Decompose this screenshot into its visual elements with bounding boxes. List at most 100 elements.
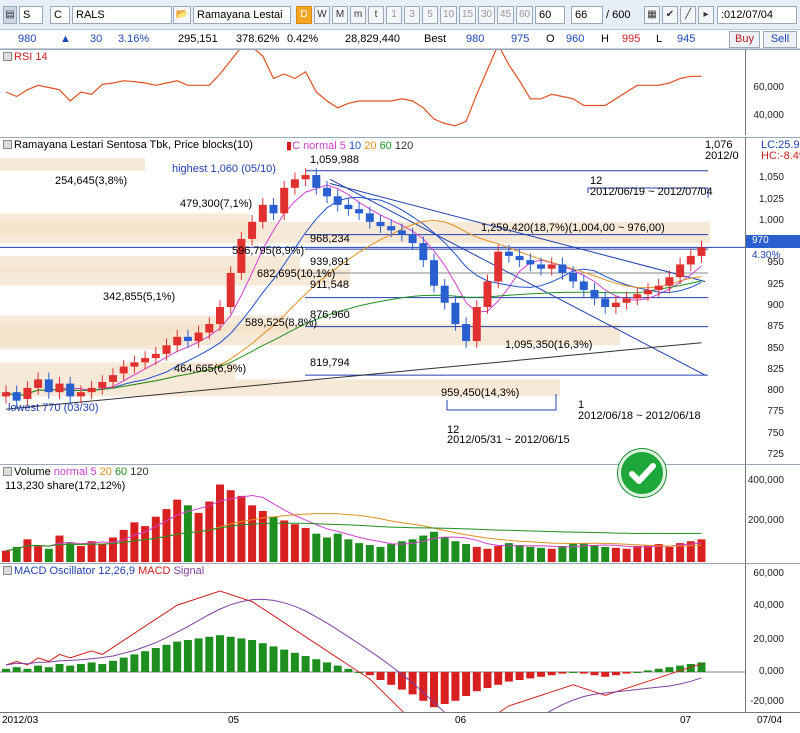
volume-ma120: 120: [130, 466, 149, 478]
settings-icon[interactable]: ▤: [3, 6, 17, 24]
arrow-icon[interactable]: ▸: [698, 6, 714, 24]
stock-code-input[interactable]: RALS: [72, 6, 172, 24]
candle-body: [376, 221, 385, 227]
toolbar: ▤ S C RALS 📂 Ramayana Lestai D W Mm t 1 3 5 10 1…: [0, 0, 800, 30]
volume-bar: [290, 524, 299, 562]
legend-ma10: 10: [348, 140, 362, 152]
macd-bar: [183, 640, 192, 672]
candle-body: [173, 336, 182, 346]
volume-bar: [344, 539, 353, 562]
macd-plot: [0, 590, 745, 712]
period-tab-10[interactable]: 10: [440, 6, 457, 24]
candle-body: [451, 302, 460, 325]
macd-bar: [237, 638, 246, 672]
block-label: 959,450(14,3%): [441, 387, 520, 399]
date-input[interactable]: :012/07/04: [717, 6, 797, 24]
candle-body: [119, 366, 128, 374]
macd-bar: [590, 672, 599, 676]
top-right-date: 2012/0: [705, 150, 739, 162]
candle-body: [226, 272, 235, 307]
candle-body: [333, 196, 342, 205]
period-tab-W[interactable]: W: [314, 6, 330, 24]
candle-body: [644, 289, 652, 295]
period-tab-15[interactable]: 15: [459, 6, 476, 24]
volume-axis-label: 200,000: [747, 515, 784, 526]
candle-body: [526, 260, 535, 265]
period-tab-t[interactable]: t: [368, 6, 384, 24]
macd-bar: [55, 664, 64, 672]
price-axis-label: 925: [767, 278, 784, 290]
macd-bar: [205, 636, 214, 672]
volume-ma20: 20: [99, 466, 112, 478]
volume-bar: [376, 546, 385, 562]
candle-body: [569, 272, 578, 282]
candle-body: [697, 247, 706, 256]
line-icon[interactable]: ╱: [680, 6, 696, 24]
best-ask: 975: [511, 33, 530, 45]
macd-bar: [216, 635, 224, 672]
c-selector[interactable]: C: [50, 6, 70, 24]
macd-bar: [226, 636, 235, 672]
price-axis-label: 875: [767, 321, 784, 333]
period-tab-45[interactable]: 45: [497, 6, 514, 24]
volume-bar: [216, 484, 224, 562]
highest-label: highest 1,060 (05/10): [172, 163, 276, 175]
period-tab-5[interactable]: 5: [422, 6, 438, 24]
date-label: 2012/03: [2, 715, 39, 726]
candle-body: [269, 204, 278, 214]
hc-label: HC:-8.49: [761, 150, 800, 162]
s-selector[interactable]: S: [19, 6, 43, 24]
volume-axis-label: 400,000: [747, 475, 784, 486]
period-tab-D[interactable]: D: [296, 6, 312, 24]
macd-bar: [333, 665, 342, 672]
macd-title: MACD Oscillator 12,26,9 MACD Signal: [3, 565, 204, 577]
volume-value: 295,151: [178, 33, 218, 45]
period-tab-m[interactable]: m: [350, 6, 366, 24]
macd-bar: [23, 668, 32, 672]
macd-bar: [76, 664, 85, 672]
macd-bar: [547, 672, 556, 676]
period-tab-3[interactable]: 3: [404, 6, 420, 24]
block-label: 589,525(8,8%): [245, 317, 318, 329]
quote-bar: 980 ▲ 30 3.16% 295,151 378.62% 0.42% 28,…: [0, 30, 800, 49]
price-axis-label: 825: [767, 363, 784, 375]
chart-icon[interactable]: ▦: [644, 6, 660, 24]
stock-name-field[interactable]: Ramayana Lestai: [193, 6, 291, 24]
volume-bar: [537, 547, 545, 562]
volume-bar: [248, 505, 257, 562]
range-dates: 2012/05/31 ~ 2012/06/15: [447, 434, 570, 446]
macd-bar: [451, 672, 460, 701]
period-value-select[interactable]: 60: [535, 6, 565, 24]
period-tab-1[interactable]: 1: [386, 6, 402, 24]
volume-bar: [419, 535, 428, 562]
macd-bar: [504, 672, 513, 682]
period-tab-30[interactable]: 30: [478, 6, 495, 24]
price-axis-label: 725: [767, 449, 784, 460]
volume-bar: [462, 544, 471, 562]
volume-label: Volume: [14, 466, 51, 478]
panel-icon: [3, 566, 12, 575]
macd-bar: [248, 640, 257, 672]
macd-bar: [601, 672, 610, 677]
traded-value: 28,829,440: [345, 33, 401, 45]
legend-c: C normal: [292, 140, 337, 152]
folder-icon[interactable]: 📂: [173, 6, 191, 24]
candle-body: [98, 381, 107, 388]
macd-bar: [633, 672, 642, 673]
candle-body: [611, 302, 620, 307]
signal-label: Signal: [173, 565, 205, 577]
macd-panel: MACD Oscillator 12,26,9 MACD Signal: [0, 563, 745, 712]
buy-button[interactable]: Buy: [729, 31, 760, 48]
count-input[interactable]: 66: [571, 6, 603, 24]
volume-bar: [451, 541, 460, 562]
candle-body: [462, 324, 471, 342]
sell-button[interactable]: Sell: [763, 31, 797, 48]
date-label: 06: [455, 715, 467, 726]
macd-bar: [173, 641, 182, 672]
candle-body: [216, 307, 224, 325]
period-tab-M[interactable]: M: [332, 6, 348, 24]
volume-bar: [355, 543, 364, 562]
period-tab-60[interactable]: 60: [516, 6, 533, 24]
macd-bar: [323, 662, 331, 672]
check-icon[interactable]: ✔: [662, 6, 678, 24]
